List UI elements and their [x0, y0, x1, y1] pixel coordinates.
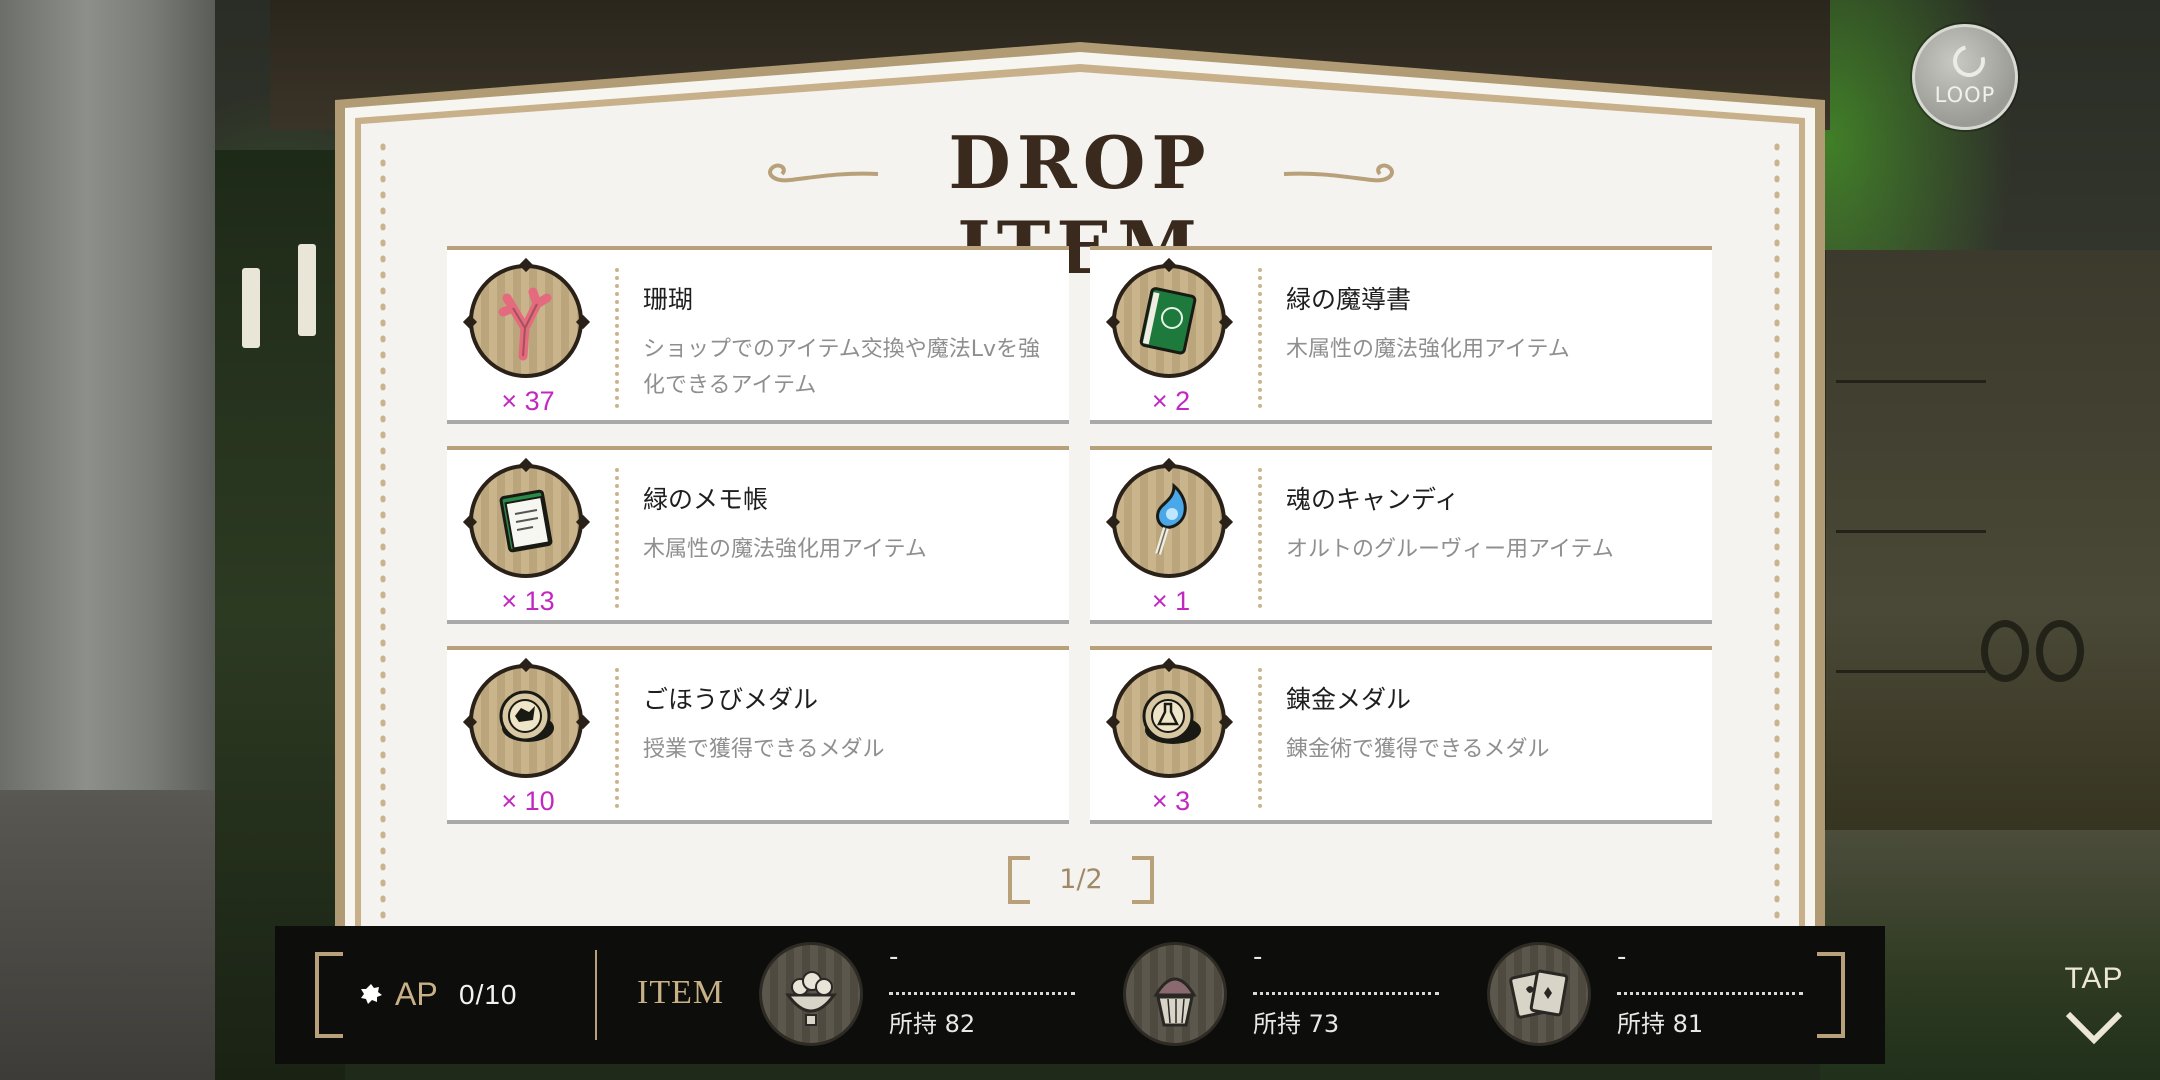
item-quantity: × 10: [501, 786, 555, 816]
slot-divider: [1617, 992, 1803, 995]
card-divider: [1258, 268, 1262, 408]
green-notepad-icon: [499, 489, 553, 553]
slot-icon-frame: [1487, 942, 1591, 1046]
alchemy-medal-icon: [1142, 690, 1201, 744]
item-name: 珊瑚: [643, 285, 694, 314]
slot-divider: [889, 992, 1075, 995]
pager-bracket-right: [1132, 856, 1154, 904]
title-flourish-right: [1283, 163, 1394, 183]
item-card-reward-medal[interactable]: × 10 ごほうびメダル 授業で獲得できるメダル: [447, 646, 1069, 824]
item-slot[interactable]: - 所持 82: [759, 942, 1099, 1052]
item-icon-frame: [469, 664, 583, 778]
bar-bracket-left: [315, 952, 343, 1038]
ap-label: AP: [395, 976, 438, 1012]
item-card-green-grimoire[interactable]: × 2 緑の魔導書 木属性の魔法強化用アイテム: [1090, 246, 1712, 424]
item-quantity: × 2: [1151, 386, 1191, 416]
card-divider: [615, 268, 619, 408]
candle: [298, 244, 316, 336]
card-divider: [615, 468, 619, 608]
slot-owned-count: 所持 81: [1617, 1010, 1704, 1038]
item-description: 木属性の魔法強化用アイテム: [1286, 337, 1570, 362]
item-description: 授業で獲得できるメダル: [643, 737, 885, 762]
item-icon-frame: [1112, 664, 1226, 778]
item-slot[interactable]: - 所持 73: [1123, 942, 1463, 1052]
slot-value: -: [1253, 942, 1263, 972]
item-description: ショップでのアイテム交換や魔法Lvを強化できるアイテム: [643, 337, 1041, 398]
green-grimoire-icon: [1139, 287, 1197, 355]
chevron-down-icon: [2065, 1011, 2123, 1045]
item-icon-frame: [469, 264, 583, 378]
slot-value: -: [1617, 942, 1627, 972]
item-icon-frame: [469, 464, 583, 578]
candle: [242, 268, 260, 348]
loop-button[interactable]: LOOP: [1912, 24, 2018, 130]
loop-label: LOOP: [1934, 83, 1996, 107]
slot-owned-count: 所持 73: [1253, 1010, 1340, 1038]
coral-icon: [498, 287, 552, 361]
ap-value: 0/10: [459, 979, 518, 1010]
card-divider: [615, 668, 619, 808]
slot-icon-frame: [1123, 942, 1227, 1046]
slot-owned-count: 所持 82: [889, 1010, 976, 1038]
door-ornament: [1836, 380, 1986, 420]
stone-pillar: [0, 0, 230, 1080]
item-name: 緑の魔導書: [1286, 285, 1412, 314]
door-ring: [1981, 620, 2029, 682]
door-ornament: [1836, 670, 1986, 710]
loop-icon: [1947, 39, 1991, 83]
bar-bracket-right: [1817, 952, 1845, 1038]
tap-label: TAP: [2064, 962, 2124, 995]
item-quantity: × 13: [501, 586, 555, 616]
page-indicator[interactable]: 1/2: [1008, 856, 1154, 904]
slot-value: -: [889, 942, 899, 972]
item-quantity: × 37: [501, 386, 555, 416]
tap-prompt[interactable]: TAP: [2052, 962, 2136, 1052]
item-label: ITEM: [637, 974, 725, 1011]
item-name: 緑のメモ帳: [643, 485, 769, 514]
door-ornament: [1836, 530, 1986, 570]
background-door: [1820, 250, 2160, 850]
item-description: 木属性の魔法強化用アイテム: [643, 537, 927, 562]
item-name: 魂のキャンディ: [1286, 485, 1460, 514]
item-quantity: × 3: [1151, 786, 1191, 816]
item-quantity: × 1: [1151, 586, 1191, 616]
ap-icon: [361, 984, 382, 1004]
cupcake-icon: [1153, 977, 1197, 1027]
item-card-soul-candy[interactable]: × 1 魂のキャンディ オルトのグルーヴィー用アイテム: [1090, 446, 1712, 624]
item-card-green-notepad[interactable]: × 13 緑のメモ帳 木属性の魔法強化用アイテム: [447, 446, 1069, 624]
bar-divider: [595, 950, 597, 1040]
soul-candy-icon: [1155, 482, 1187, 555]
bottom-status-bar: AP 0/10 ITEM - 所持 82 - 所持 73 - 所持 81: [275, 926, 1885, 1064]
item-description: 錬金術で獲得できるメダル: [1286, 737, 1550, 762]
door-ring: [2036, 620, 2084, 682]
item-icon-frame: [1112, 264, 1226, 378]
reward-medal-icon: [499, 690, 554, 742]
item-card-coral[interactable]: × 37 珊瑚 ショップでのアイテム交換や魔法Lvを強化できるアイテム: [447, 246, 1069, 424]
slot-icon-frame: [759, 942, 863, 1046]
item-name: 錬金メダル: [1286, 685, 1412, 714]
slot-divider: [1253, 992, 1439, 995]
item-icon-frame: [1112, 464, 1226, 578]
item-name: ごほうびメダル: [643, 685, 819, 714]
item-description: オルトのグルーヴィー用アイテム: [1286, 537, 1614, 562]
item-slot[interactable]: - 所持 81: [1487, 942, 1827, 1052]
item-card-alchemy-medal[interactable]: × 3 錬金メダル 錬金術で獲得できるメダル: [1090, 646, 1712, 824]
food-bowl-icon: [785, 971, 837, 1026]
title-flourish-left: [768, 163, 879, 183]
cards-icon: [1509, 969, 1569, 1019]
card-divider: [1258, 468, 1262, 608]
card-divider: [1258, 668, 1262, 808]
